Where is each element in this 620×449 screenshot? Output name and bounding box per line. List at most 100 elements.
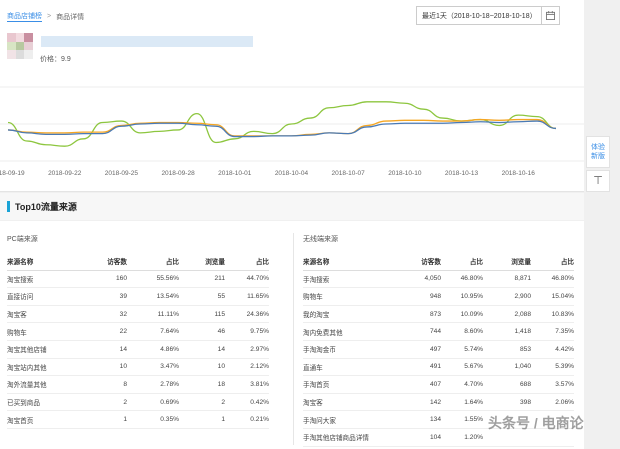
- value-cell: 11.65%: [247, 292, 269, 300]
- try-new-version-label-1: 体验: [591, 144, 605, 151]
- column-header[interactable]: 占比: [225, 256, 269, 266]
- value-cell: 744: [429, 328, 441, 336]
- try-new-version-button[interactable]: 体验 新版: [586, 136, 610, 168]
- value-cell: 7.64%: [160, 328, 179, 336]
- value-cell: 9.75%: [250, 328, 269, 336]
- column-header[interactable]: 来源名称: [7, 256, 87, 266]
- source-name-cell: 淘宝站内其他: [7, 364, 47, 372]
- table-row: 直通车 491 5.67% 1,040 5.39%: [303, 359, 574, 377]
- value-cell: 8: [123, 380, 127, 388]
- value-cell: 32: [119, 310, 127, 318]
- value-cell: 948: [429, 292, 441, 300]
- x-tick-label: 2018-09-25: [105, 170, 139, 177]
- value-cell: 1: [221, 416, 225, 424]
- source-name-cell: 淘宝其他店铺: [7, 347, 47, 355]
- value-cell: 497: [429, 345, 441, 353]
- value-cell: 22: [119, 328, 127, 336]
- value-cell: 46.80%: [551, 275, 574, 283]
- value-cell: 1.55%: [464, 416, 483, 424]
- x-tick-label: 2018-09-19: [0, 170, 25, 177]
- value-cell: 18: [217, 380, 225, 388]
- product-title-blurred[interactable]: [41, 36, 253, 47]
- value-cell: 10: [119, 363, 127, 371]
- breadcrumb-current: 商品详情: [56, 13, 85, 21]
- back-to-top-icon: ⊤: [593, 174, 603, 187]
- product-overview-card: 商品店铺榜 > 商品详情 最近1天（2018-10-18~2018-10-18）…: [0, 0, 584, 192]
- value-cell: 115: [214, 310, 225, 318]
- date-range-picker[interactable]: 最近1天（2018-10-18~2018-10-18）: [416, 6, 560, 25]
- column-header[interactable]: 访客数: [399, 256, 441, 266]
- trend-chart: 2018-09-19 2018-09-22 2018-09-25 2018-09-28…: [0, 85, 584, 180]
- table-row: 淘宝站内其他 10 3.47% 10 2.12%: [7, 359, 269, 377]
- back-to-top-button[interactable]: ⊤: [586, 170, 610, 192]
- value-cell: 1.20%: [464, 433, 483, 441]
- column-header[interactable]: 占比: [127, 256, 179, 266]
- value-cell: 2.97%: [250, 345, 269, 353]
- value-cell: 46: [217, 328, 225, 336]
- value-cell: 1,418: [514, 328, 531, 336]
- value-cell: 14: [119, 345, 127, 353]
- watermark: 头条号 / 电商论: [488, 415, 584, 431]
- calendar-icon[interactable]: [541, 7, 559, 24]
- breadcrumb: 商品店铺榜 > 商品详情: [7, 11, 84, 22]
- value-cell: 8.60%: [464, 328, 483, 336]
- table-row: 淘宝客 142 1.64% 398 2.06%: [303, 394, 574, 412]
- product-price: 价格：9.9: [40, 56, 71, 63]
- value-cell: 5.74%: [464, 345, 483, 353]
- value-cell: 55.56%: [156, 275, 179, 283]
- x-tick-label: 2018-10-01: [218, 170, 252, 177]
- wireless-subtitle: 无线端来源: [303, 236, 338, 243]
- date-range-label: 最近1天（2018-10-18~2018-10-18）: [422, 12, 537, 20]
- trend-chart-svg: 2018-09-19 2018-09-22 2018-09-25 2018-09-28…: [0, 86, 584, 177]
- value-cell: 46.80%: [460, 275, 483, 283]
- source-name-cell: 手淘首页: [303, 382, 330, 390]
- value-cell: 104: [429, 433, 441, 441]
- x-tick-label: 2018-10-10: [388, 170, 422, 177]
- value-cell: 134: [429, 416, 441, 424]
- column-divider: [293, 233, 294, 445]
- value-cell: 2.12%: [250, 363, 269, 371]
- x-tick-label: 2018-09-22: [48, 170, 82, 177]
- value-cell: 7.35%: [555, 328, 574, 336]
- value-cell: 1.64%: [464, 398, 483, 406]
- source-name-cell: 购物车: [303, 294, 323, 302]
- column-header[interactable]: 浏览量: [179, 256, 225, 266]
- product-thumbnail[interactable]: [7, 33, 33, 59]
- source-name-cell: 我的淘宝: [303, 312, 330, 320]
- value-cell: 2,088: [514, 310, 531, 318]
- value-cell: 211: [214, 275, 225, 283]
- value-cell: 4.70%: [464, 380, 483, 388]
- value-cell: 2,900: [514, 292, 531, 300]
- source-name-cell: 已买到商品: [7, 400, 40, 408]
- column-header[interactable]: 占比: [441, 256, 483, 266]
- value-cell: 3.47%: [160, 363, 179, 371]
- table-row: 淘宝其他店铺 14 4.86% 14 2.97%: [7, 341, 269, 359]
- value-cell: 873: [429, 310, 441, 318]
- column-header[interactable]: 访客数: [87, 256, 127, 266]
- value-cell: 13.54%: [156, 292, 179, 300]
- source-name-cell: 淘外流量其他: [7, 382, 47, 390]
- value-cell: 8,871: [514, 275, 531, 283]
- section-title: Top10流量来源: [15, 202, 77, 212]
- value-cell: 3.81%: [250, 380, 269, 388]
- source-name-cell: 淘宝首页: [7, 417, 34, 425]
- x-tick-label: 2018-10-07: [332, 170, 366, 177]
- breadcrumb-link-shop-rank[interactable]: 商品店铺榜: [7, 11, 42, 22]
- value-cell: 1: [123, 416, 127, 424]
- try-new-version-label-2: 新版: [591, 153, 605, 160]
- value-cell: 0.35%: [160, 416, 179, 424]
- table-row: 手淘淘金币 497 5.74% 853 4.42%: [303, 341, 574, 359]
- value-cell: 4.42%: [555, 345, 574, 353]
- table-row: 淘宝搜索 160 55.56% 211 44.70%: [7, 271, 269, 289]
- column-header[interactable]: 来源名称: [303, 256, 399, 266]
- column-header[interactable]: 占比: [531, 256, 574, 266]
- x-tick-label: 2018-10-04: [275, 170, 309, 177]
- x-tick-label: 2018-10-16: [502, 170, 536, 177]
- value-cell: 4,050: [424, 275, 441, 283]
- column-header[interactable]: 浏览量: [483, 256, 531, 266]
- value-cell: 2: [123, 398, 127, 406]
- value-cell: 853: [519, 345, 531, 353]
- value-cell: 55: [217, 292, 225, 300]
- pc-traffic-table: 来源名称 访客数 占比 浏览量 占比 淘宝搜索 160 55.56% 211 44.70% 直接访问…: [7, 253, 269, 429]
- source-name-cell: 手淘其他店铺商品详情: [303, 435, 369, 443]
